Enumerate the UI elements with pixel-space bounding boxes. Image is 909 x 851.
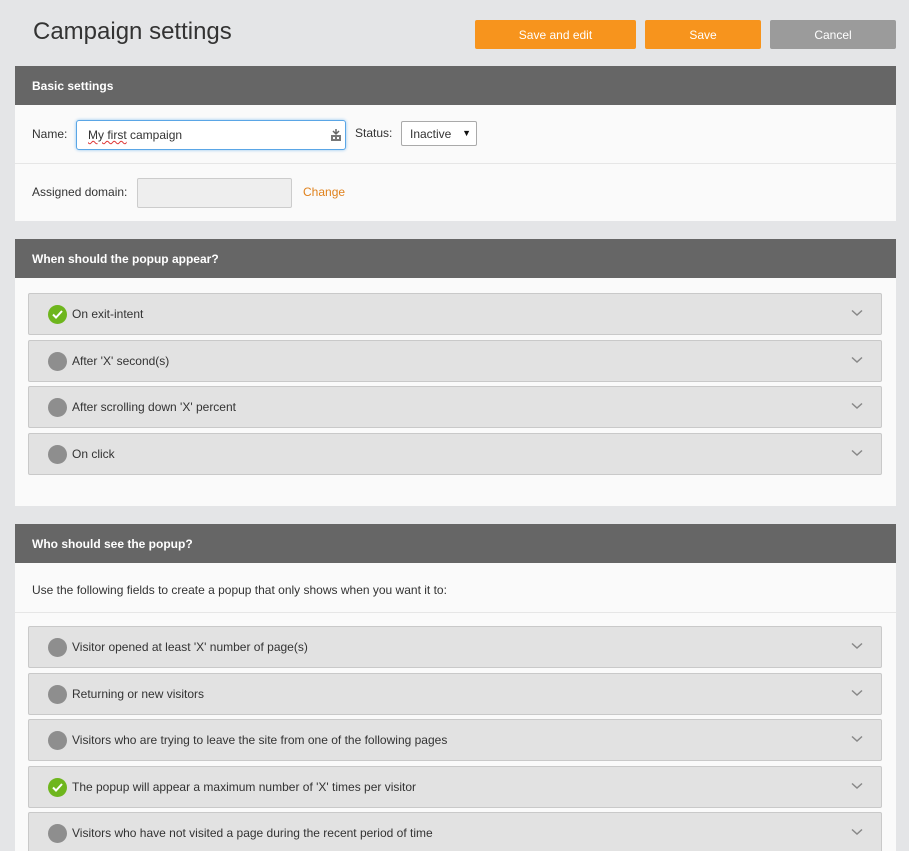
who-condition-1[interactable]: Returning or new visitors [28,672,882,715]
check-circle-icon[interactable] [48,777,67,797]
condition-label: After 'X' second(s) [72,353,170,368]
inactive-circle-icon[interactable] [48,351,67,371]
chevron-down-icon[interactable] [851,642,863,650]
who-intro-text: Use the following fields to create a pop… [32,583,447,597]
chevron-down-icon[interactable] [851,449,863,457]
assigned-domain-field [137,178,292,208]
basic-settings-heading: Basic settings [15,66,896,105]
input-helper-icon[interactable] [330,128,342,142]
inactive-circle-icon[interactable] [48,444,67,464]
condition-label: The popup will appear a maximum number o… [72,779,417,794]
change-domain-link[interactable]: Change [303,185,345,199]
inactive-circle-icon[interactable] [48,638,67,657]
inactive-circle-icon[interactable] [48,824,67,843]
divider [15,163,896,164]
condition-label: On click [72,446,115,461]
chevron-down-icon[interactable] [851,356,863,364]
page-title: Campaign settings [33,18,232,45]
when-condition-0[interactable]: On exit-intent [28,293,882,335]
basic-settings-panel: Basic settings Name: My first campaign S… [15,66,896,221]
name-field[interactable]: My first campaign [76,120,346,150]
when-condition-3[interactable]: On click [28,432,882,475]
condition-label: After scrolling down 'X' percent [72,400,236,414]
divider [15,612,896,613]
condition-label: On exit-intent [72,307,144,321]
dropdown-arrow-icon: ▼ [462,128,471,138]
who-heading: Who should see the popup? [15,524,896,563]
save-button[interactable]: Save [645,20,761,49]
assigned-domain-label: Assigned domain: [32,185,128,199]
status-label: Status: [355,126,393,140]
condition-label: Returning or new visitors [72,686,205,701]
chevron-down-icon[interactable] [851,735,863,743]
when-condition-1[interactable]: After 'X' second(s) [28,339,882,382]
when-panel: When should the popup appear? On exit-in… [15,239,896,506]
name-value: My first campaign [88,128,183,142]
who-condition-2[interactable]: Visitors who are trying to leave the sit… [28,719,882,761]
who-panel: Who should see the popup? Use the follow… [15,524,896,851]
chevron-down-icon[interactable] [851,689,863,697]
when-heading: When should the popup appear? [15,239,896,278]
chevron-down-icon[interactable] [851,402,863,410]
chevron-down-icon[interactable] [851,309,863,317]
page-header: Campaign settings Save and edit Save Can… [0,0,909,66]
check-circle-icon[interactable] [48,305,67,324]
status-value: Inactive [410,127,452,141]
chevron-down-icon[interactable] [851,828,863,836]
cancel-button[interactable]: Cancel [770,20,896,49]
who-intro-row: Use the following fields to create a pop… [15,563,896,613]
save-and-edit-button[interactable]: Save and edit [475,20,636,49]
condition-label: Visitors who have not visited a page dur… [72,826,433,840]
when-condition-2[interactable]: After scrolling down 'X' percent [28,386,882,428]
name-label: Name: [32,127,68,141]
chevron-down-icon[interactable] [851,782,863,790]
condition-label: Visitors who are trying to leave the sit… [72,733,448,747]
inactive-circle-icon[interactable] [48,684,67,704]
status-select[interactable]: Inactive ▼ [401,121,477,146]
who-condition-4[interactable]: Visitors who have not visited a page dur… [28,812,882,851]
inactive-circle-icon[interactable] [48,731,67,750]
who-condition-0[interactable]: Visitor opened at least 'X' number of pa… [28,626,882,668]
inactive-circle-icon[interactable] [48,398,67,417]
who-condition-3[interactable]: The popup will appear a maximum number o… [28,765,882,808]
basic-settings-body: Name: My first campaign Status: Inactive… [15,105,896,221]
condition-label: Visitor opened at least 'X' number of pa… [72,640,308,654]
